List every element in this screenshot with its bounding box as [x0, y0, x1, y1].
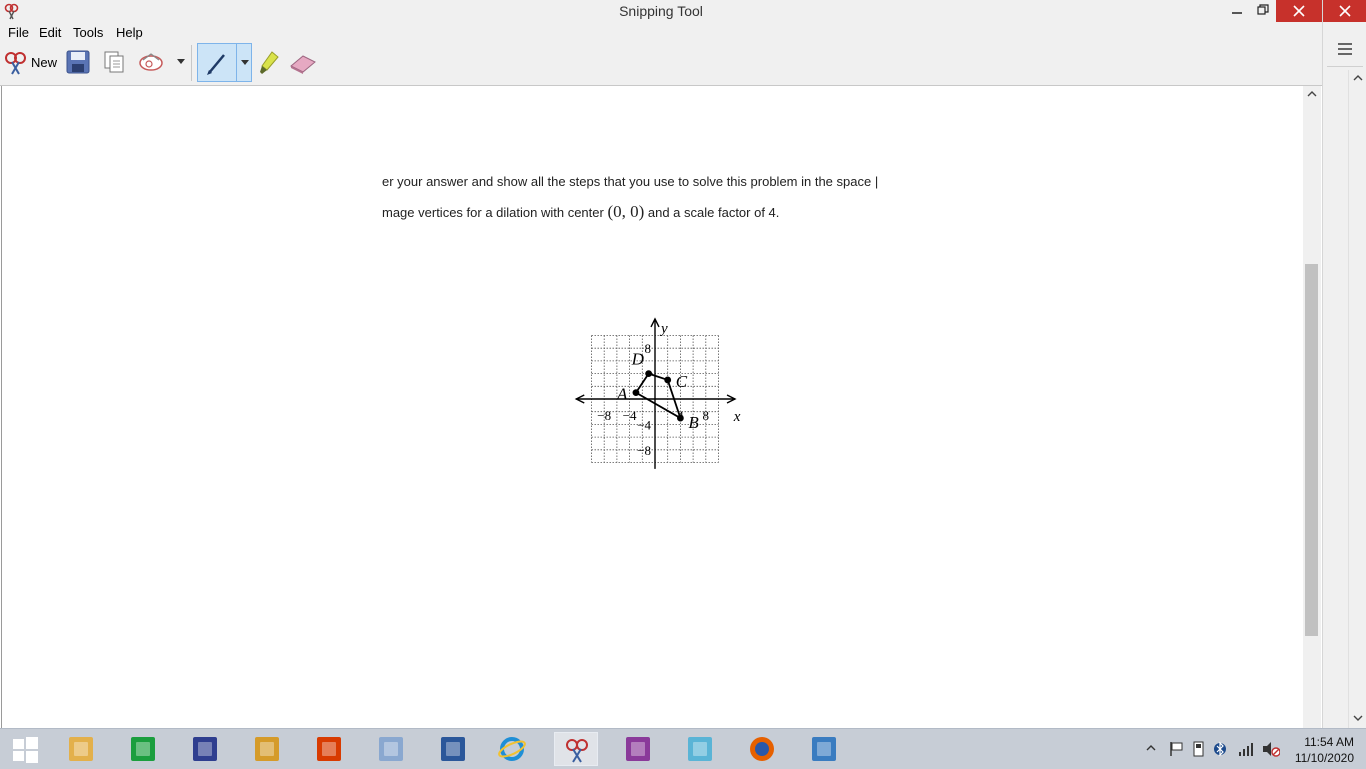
x-tick-label: −8 [597, 408, 611, 423]
taskbar-button-photos[interactable] [802, 732, 846, 766]
clock-date: 11/10/2020 [1294, 751, 1354, 765]
windows-start-icon [13, 737, 38, 763]
send-snip-icon[interactable] [138, 50, 166, 74]
scroll-up-icon[interactable] [1307, 90, 1317, 98]
action-center-flag-icon[interactable] [1168, 741, 1184, 757]
minimize-button[interactable] [1224, 0, 1250, 22]
pen-button[interactable] [197, 43, 252, 82]
vertex-point-c [664, 376, 672, 384]
firefox-icon [750, 737, 774, 761]
toolbar: New [0, 42, 1322, 86]
menu-help[interactable]: Help [116, 25, 143, 40]
new-snip-button[interactable]: New [3, 50, 57, 76]
taskbar-button-file-explorer[interactable] [59, 732, 103, 766]
copy-icon[interactable] [102, 50, 126, 74]
vertex-label-c: C [676, 372, 688, 391]
hamburger-menu-icon[interactable] [1337, 42, 1353, 56]
taskbar-button-firefox[interactable] [740, 732, 784, 766]
clock[interactable]: 11:54 AM 11/10/2020 [1294, 734, 1354, 766]
taskbar-button-help[interactable] [183, 732, 227, 766]
window-title: Snipping Tool [619, 3, 703, 19]
y-tick-label: −4 [637, 417, 651, 432]
taskbar-button-calculator[interactable] [369, 732, 413, 766]
menu-edit[interactable]: Edit [39, 25, 61, 40]
new-label: New [31, 55, 58, 70]
internet-explorer-icon [498, 737, 526, 761]
panel-scrollbar[interactable] [1348, 70, 1366, 728]
menu-tools[interactable]: Tools [73, 25, 103, 40]
eraser-icon[interactable] [289, 52, 317, 74]
notes-icon [688, 737, 712, 761]
restore-button[interactable] [1250, 0, 1276, 22]
panel-scroll-up-icon[interactable] [1353, 74, 1363, 82]
vertex-label-a: A [616, 385, 628, 404]
pen-icon [207, 54, 225, 75]
clock-time: 11:54 AM [1304, 735, 1354, 749]
file-explorer-icon [69, 737, 93, 761]
y-axis-label: y [659, 321, 668, 337]
y-tick-label: −8 [637, 443, 651, 458]
coordinate-plane-graph: xy−8−4488−4−8ABCD [574, 317, 741, 469]
panel-close-button[interactable] [1323, 0, 1366, 22]
new-snip-icon [5, 52, 26, 75]
close-button[interactable] [1276, 0, 1322, 22]
close-icon [1339, 5, 1351, 17]
taskbar-button-media-app[interactable] [616, 732, 660, 766]
taskbar-button-snipping-tool[interactable] [554, 732, 598, 766]
word-icon [441, 737, 465, 761]
vertex-label-d: D [631, 350, 645, 369]
close-icon [1293, 5, 1305, 17]
pen-dropdown-icon[interactable] [240, 59, 250, 67]
taskbar-button-store[interactable] [121, 732, 165, 766]
x-tick-label: 8 [703, 408, 710, 423]
minimize-icon [1232, 12, 1242, 14]
dropdown-arrow-icon[interactable] [176, 58, 186, 66]
pen-split-divider [236, 44, 237, 81]
y-tick-label: 8 [645, 341, 652, 356]
menu-bar: File Edit Tools Help [0, 22, 1322, 42]
office-icon [317, 737, 341, 761]
show-hidden-icons-icon[interactable] [1146, 744, 1156, 752]
vertex-point-d [645, 370, 653, 377]
volume-muted-icon[interactable] [1262, 741, 1280, 757]
media-app-icon [626, 737, 650, 761]
taskbar-button-word[interactable] [431, 732, 475, 766]
highlighter-icon[interactable] [258, 50, 280, 76]
x-tick-label: −4 [623, 408, 637, 423]
taskbar-button-internet-explorer[interactable] [490, 732, 534, 766]
system-tray [1140, 741, 1290, 759]
restore-icon [1257, 4, 1269, 15]
taskbar-button-windows-start[interactable] [3, 732, 47, 766]
panel-divider [1327, 66, 1363, 67]
help-icon [193, 737, 217, 761]
x-axis-label: x [733, 409, 741, 425]
bluetooth-icon[interactable] [1214, 741, 1226, 757]
vertical-scrollbar[interactable] [1303, 86, 1321, 728]
menu-file[interactable]: File [8, 25, 29, 40]
network-signal-icon[interactable] [1238, 741, 1254, 757]
snipping-tool-icon [566, 739, 588, 763]
vertex-label-b: B [688, 413, 699, 432]
toolbar-separator [191, 45, 192, 81]
taskbar-button-alarm-bell[interactable] [245, 732, 289, 766]
save-icon[interactable] [66, 50, 90, 74]
snip-canvas[interactable]: er your answer and show all the steps th… [1, 86, 1304, 728]
panel-scroll-down-icon[interactable] [1353, 714, 1363, 722]
taskbar-button-office[interactable] [307, 732, 351, 766]
usb-icon[interactable] [1192, 741, 1206, 757]
store-icon [131, 737, 155, 761]
scrollbar-thumb[interactable] [1305, 264, 1318, 636]
alarm-bell-icon [255, 737, 279, 761]
taskbar-button-notes[interactable] [678, 732, 722, 766]
vertex-point-a [632, 389, 640, 397]
right-side-panel [1322, 0, 1366, 728]
photos-icon [812, 737, 836, 761]
calculator-icon [379, 737, 403, 761]
taskbar: 11:54 AM 11/10/2020 [0, 728, 1366, 769]
vertex-point-b [677, 414, 684, 422]
title-bar: Snipping Tool [0, 0, 1322, 22]
